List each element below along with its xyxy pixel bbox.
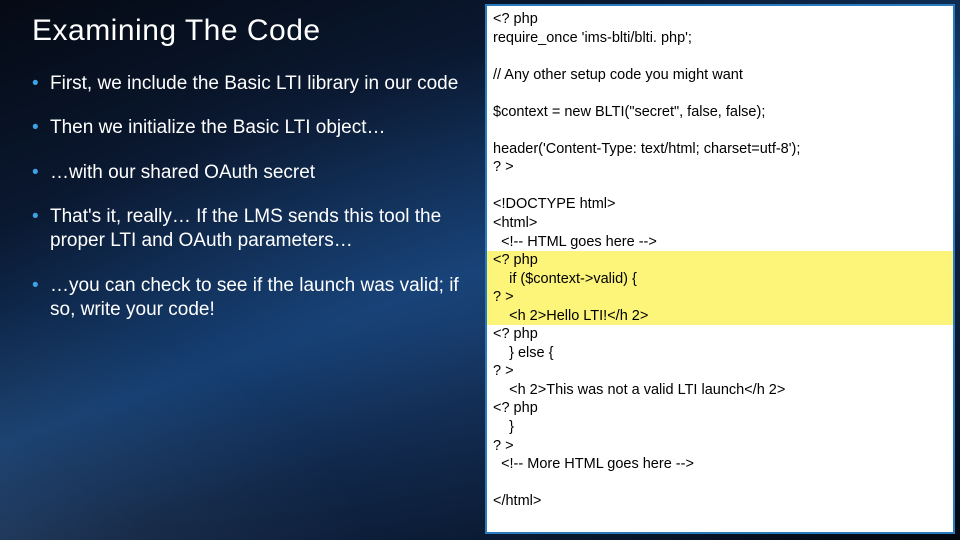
left-column: Examining The Code First, we include the… [0,0,480,540]
code-block: <? php require_once 'ims-blti/blti. php'… [487,6,953,515]
code-panel: <? php require_once 'ims-blti/blti. php'… [485,4,955,534]
bullet-item: …with our shared OAuth secret [32,161,462,185]
bullet-list: First, we include the Basic LTI library … [32,72,462,322]
bullet-item: Then we initialize the Basic LTI object… [32,116,462,140]
slide-title: Examining The Code [32,14,462,48]
bullet-item: That's it, really… If the LMS sends this… [32,205,462,254]
code-highlight: <? php if ($context->valid) { ? > <h 2>H… [487,251,953,325]
bullet-item: …you can check to see if the launch was … [32,274,462,323]
code-pre: <? php require_once 'ims-blti/blti. php'… [493,11,800,250]
slide: Examining The Code First, we include the… [0,0,960,540]
code-post: <? php } else { ? > <h 2>This was not a … [493,326,785,509]
bullet-item: First, we include the Basic LTI library … [32,72,462,96]
